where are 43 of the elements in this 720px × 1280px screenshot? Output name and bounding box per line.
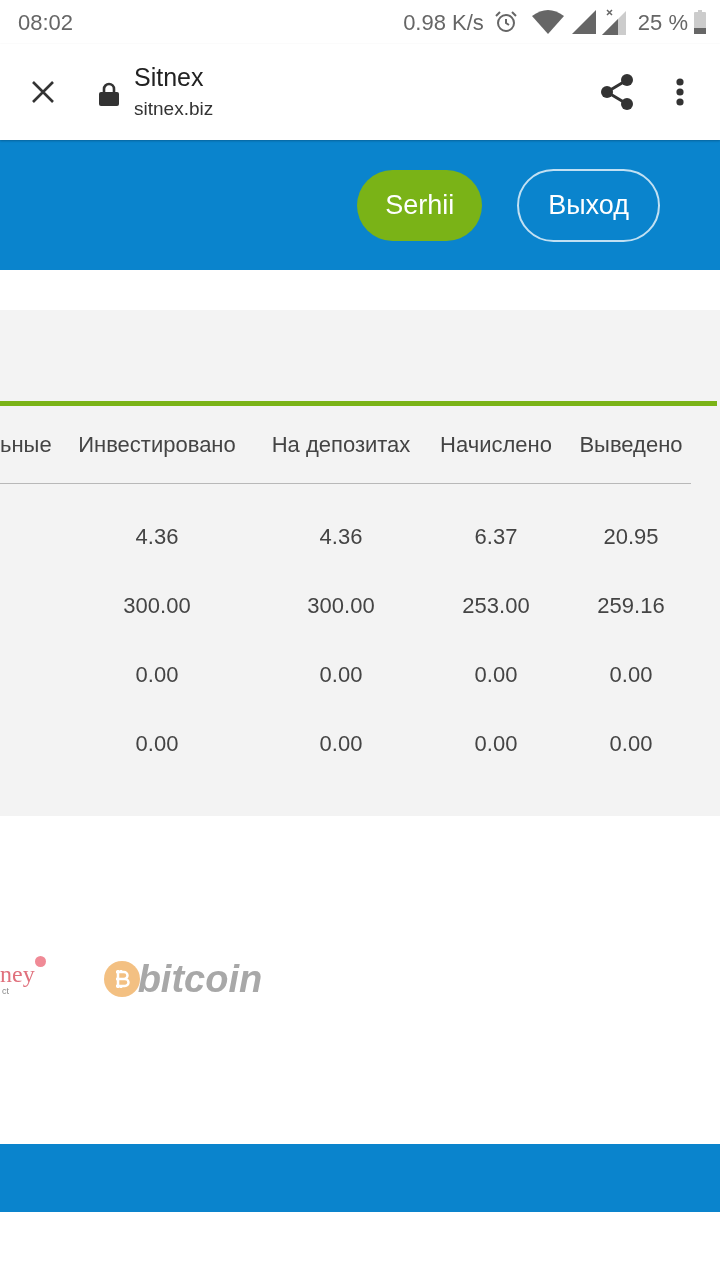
table-cell-text: 0.00 [319,730,363,758]
table-cell-text: 259.16 [597,592,665,620]
share-icon [600,74,634,110]
table-cell-text: 0.00 [609,661,653,689]
table-cell-text: 0.00 [319,661,363,689]
menu-button[interactable] [675,77,685,107]
network-speed: 0.98 K/s [403,8,484,37]
table-cell-text: 0.00 [474,730,518,758]
table-cell-text: 300.00 [307,592,375,620]
logout-button[interactable]: Выход [517,168,660,242]
table-cell-text: 0.00 [135,730,179,758]
lock-icon [99,82,119,106]
battery-icon [694,10,706,34]
table-cell-text: 6.37 [474,523,518,551]
bitcoin-logo: bitcoin [103,959,263,999]
table-cell-text: 300.00 [123,592,191,620]
column-header: Инвестировано [78,431,236,459]
user-button[interactable]: Serhii [357,169,483,241]
menu-icon [676,78,684,106]
table-cell-text: 0.00 [135,661,179,689]
column-header: Начислено [440,431,552,459]
signal-icon [601,9,626,35]
share-button[interactable] [599,74,635,110]
page-title: Sitnex [134,62,205,92]
table-cell-text: 0.00 [609,730,653,758]
column-header: На депозитах [271,431,411,459]
table-cell-text: 0.00 [474,661,518,689]
table-cell-text: 253.00 [462,592,530,620]
dot-icon [34,956,46,967]
status-time: 08:02 [18,8,74,37]
column-header: ьные [0,431,52,459]
payment-logo: ney ct [0,962,46,996]
alarm-icon [493,10,518,34]
column-header: Выведено [579,431,683,459]
table-cell-text: 4.36 [319,523,363,551]
close-icon [31,80,55,104]
page-url: sitnex.biz [134,97,214,121]
table-cell-text: 20.95 [603,523,659,551]
battery-level: 25 % [637,8,688,37]
signal-icon [571,10,596,34]
bitcoin-coin-icon [103,961,140,997]
table-cell-text: 4.36 [135,523,179,551]
wifi-icon [531,10,564,34]
